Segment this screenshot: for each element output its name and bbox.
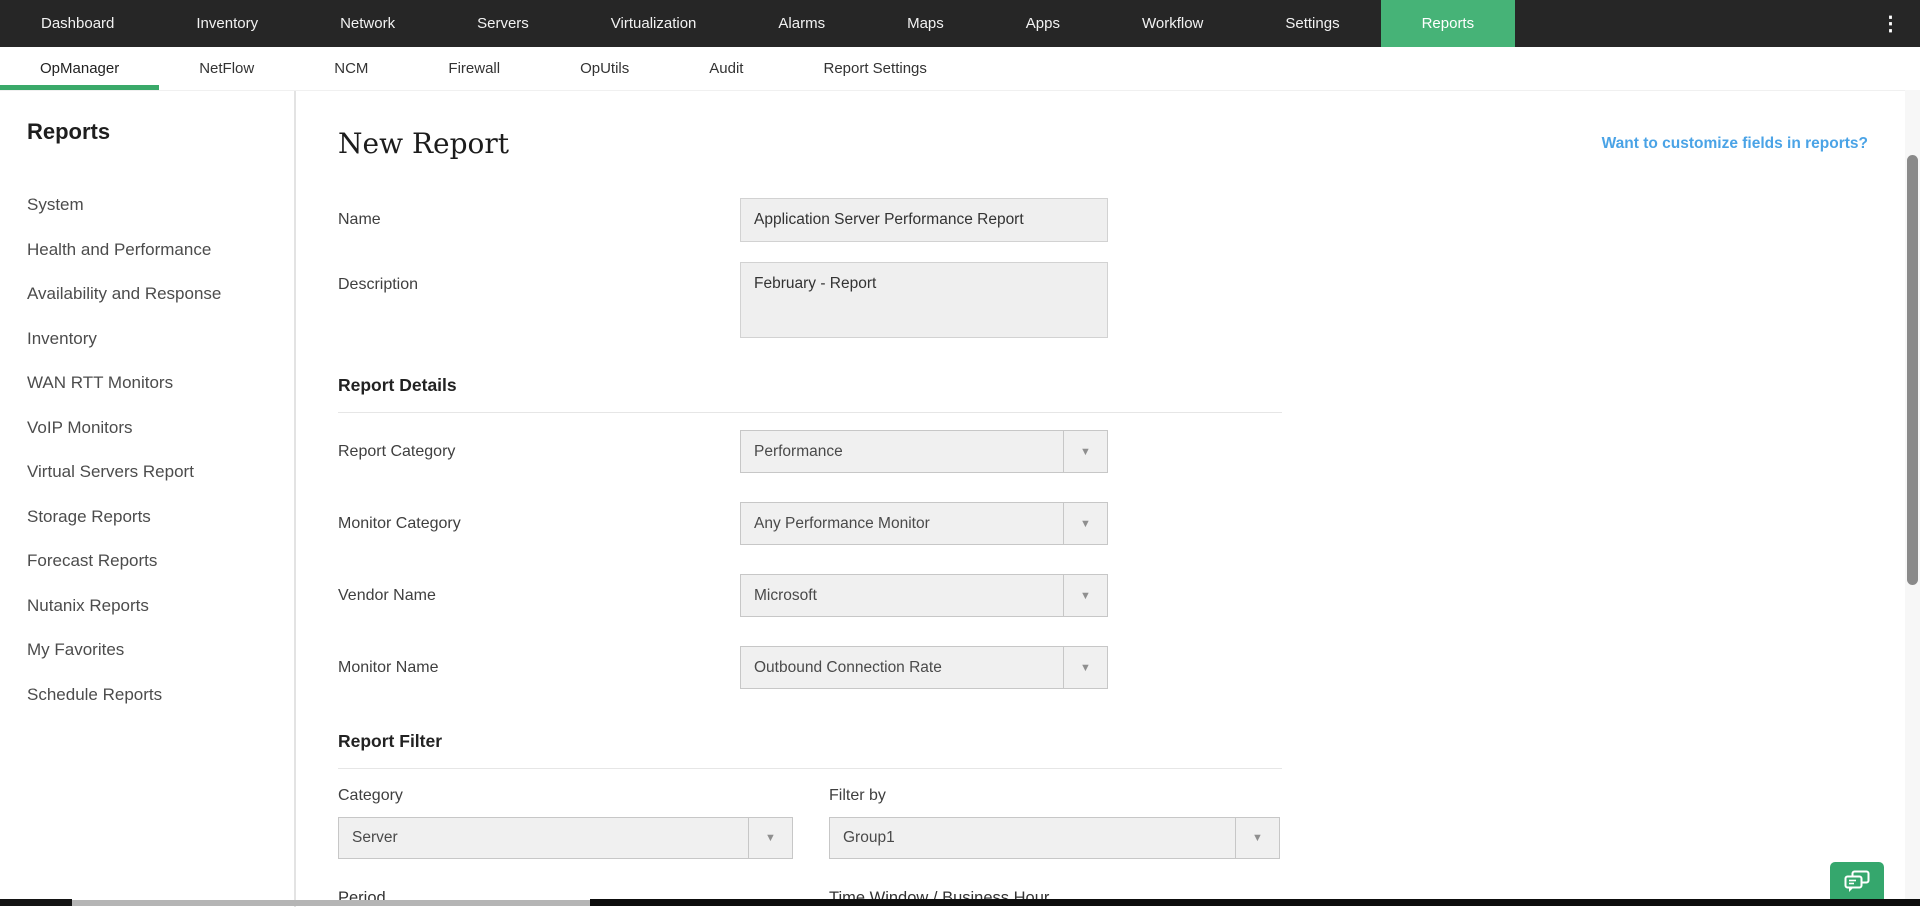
nav-item-alarms[interactable]: Alarms: [737, 0, 866, 47]
nav-item-workflow[interactable]: Workflow: [1101, 0, 1244, 47]
subnav-item-netflow[interactable]: NetFlow: [159, 47, 294, 90]
chevron-down-icon: ▼: [1063, 503, 1107, 544]
sidebar-item-forecast-reports[interactable]: Forecast Reports: [27, 539, 294, 584]
report-category-row: Report Category Performance ▼: [338, 430, 1920, 473]
main-header: New Report Want to customize fields in r…: [338, 127, 1868, 160]
vendor-name-dropdown[interactable]: Microsoft ▼: [740, 574, 1108, 617]
subnav-item-opmanager[interactable]: OpManager: [0, 47, 159, 90]
bottom-progress-bar-track: [72, 900, 590, 906]
nav-item-reports[interactable]: Reports: [1381, 0, 1516, 47]
vendor-name-value: Microsoft: [741, 575, 1063, 616]
report-name-input[interactable]: [740, 198, 1108, 242]
chevron-down-icon: ▼: [1063, 575, 1107, 616]
description-row: Description February - Report: [338, 262, 1920, 338]
sidebar-item-voip-monitors[interactable]: VoIP Monitors: [27, 406, 294, 451]
nav-item-maps[interactable]: Maps: [866, 0, 985, 47]
subnav-item-audit[interactable]: Audit: [669, 47, 783, 90]
vendor-name-row: Vendor Name Microsoft ▼: [338, 574, 1920, 617]
subnav-item-ncm[interactable]: NCM: [294, 47, 408, 90]
chevron-down-icon: ▼: [1235, 818, 1279, 858]
sidebar-item-nutanix-reports[interactable]: Nutanix Reports: [27, 584, 294, 629]
customize-fields-link[interactable]: Want to customize fields in reports?: [1602, 135, 1868, 153]
vendor-name-label: Vendor Name: [338, 574, 740, 617]
monitor-name-value: Outbound Connection Rate: [741, 647, 1063, 688]
name-label: Name: [338, 198, 740, 242]
chevron-down-icon: ▼: [1063, 647, 1107, 688]
chevron-down-icon: ▼: [1063, 431, 1107, 472]
subnav-item-firewall[interactable]: Firewall: [408, 47, 540, 90]
page-body: Reports System Health and Performance Av…: [0, 91, 1920, 907]
sidebar-item-wan-rtt-monitors[interactable]: WAN RTT Monitors: [27, 361, 294, 406]
monitor-category-row: Monitor Category Any Performance Monitor…: [338, 502, 1920, 545]
vertical-scrollbar-thumb[interactable]: [1907, 155, 1918, 585]
category-label: Category: [338, 787, 829, 805]
filter-by-value: Group1: [830, 818, 1235, 858]
report-category-label: Report Category: [338, 430, 740, 473]
name-row: Name: [338, 198, 1920, 242]
chat-bubbles-icon: [1842, 869, 1872, 900]
report-filter-heading: Report Filter: [338, 731, 1920, 752]
nav-item-inventory[interactable]: Inventory: [155, 0, 299, 47]
nav-item-dashboard[interactable]: Dashboard: [0, 0, 155, 47]
main-content: New Report Want to customize fields in r…: [296, 91, 1920, 907]
section-divider: [338, 768, 1282, 769]
bottom-progress-bar-segment: [590, 899, 1920, 906]
filter-columns: Category Server ▼ Filter by Group1 ▼: [338, 787, 1920, 859]
report-category-dropdown[interactable]: Performance ▼: [740, 430, 1108, 473]
sidebar-title: Reports: [27, 119, 294, 145]
monitor-category-value: Any Performance Monitor: [741, 503, 1063, 544]
category-value: Server: [339, 818, 748, 858]
monitor-name-dropdown[interactable]: Outbound Connection Rate ▼: [740, 646, 1108, 689]
monitor-category-label: Monitor Category: [338, 502, 740, 545]
nav-item-network[interactable]: Network: [299, 0, 436, 47]
top-nav: Dashboard Inventory Network Servers Virt…: [0, 0, 1920, 47]
sidebar-item-schedule-reports[interactable]: Schedule Reports: [27, 673, 294, 718]
sidebar-item-my-favorites[interactable]: My Favorites: [27, 628, 294, 673]
section-divider: [338, 412, 1282, 413]
sidebar-item-storage-reports[interactable]: Storage Reports: [27, 495, 294, 540]
monitor-name-label: Monitor Name: [338, 646, 740, 689]
report-details-heading: Report Details: [338, 375, 1920, 396]
nav-item-apps[interactable]: Apps: [985, 0, 1101, 47]
filter-by-column: Filter by Group1 ▼: [829, 787, 1280, 859]
monitor-category-dropdown[interactable]: Any Performance Monitor ▼: [740, 502, 1108, 545]
category-dropdown[interactable]: Server ▼: [338, 817, 793, 859]
description-label: Description: [338, 262, 740, 338]
sidebar-item-virtual-servers-report[interactable]: Virtual Servers Report: [27, 450, 294, 495]
nav-item-servers[interactable]: Servers: [436, 0, 570, 47]
filter-by-label: Filter by: [829, 787, 1280, 805]
subnav-item-report-settings[interactable]: Report Settings: [783, 47, 966, 90]
sidebar-item-system[interactable]: System: [27, 183, 294, 228]
sidebar-item-inventory[interactable]: Inventory: [27, 317, 294, 362]
subnav-item-oputils[interactable]: OpUtils: [540, 47, 669, 90]
sidebar-item-availability-and-response[interactable]: Availability and Response: [27, 272, 294, 317]
bottom-progress-bar-played: [0, 899, 72, 906]
nav-item-virtualization[interactable]: Virtualization: [570, 0, 738, 47]
sidebar-item-health-and-performance[interactable]: Health and Performance: [27, 228, 294, 273]
nav-item-settings[interactable]: Settings: [1244, 0, 1380, 47]
filter-by-dropdown[interactable]: Group1 ▼: [829, 817, 1280, 859]
chevron-down-icon: ▼: [748, 818, 792, 858]
category-column: Category Server ▼: [338, 787, 829, 859]
page-title: New Report: [338, 127, 509, 160]
overflow-menu-icon[interactable]: ⋮: [1862, 0, 1920, 47]
report-description-input[interactable]: February - Report: [740, 262, 1108, 338]
monitor-name-row: Monitor Name Outbound Connection Rate ▼: [338, 646, 1920, 689]
module-tab-bar: OpManager NetFlow NCM Firewall OpUtils A…: [0, 47, 1920, 91]
report-category-value: Performance: [741, 431, 1063, 472]
reports-sidebar: Reports System Health and Performance Av…: [0, 91, 296, 907]
top-nav-spacer: [1515, 0, 1862, 47]
